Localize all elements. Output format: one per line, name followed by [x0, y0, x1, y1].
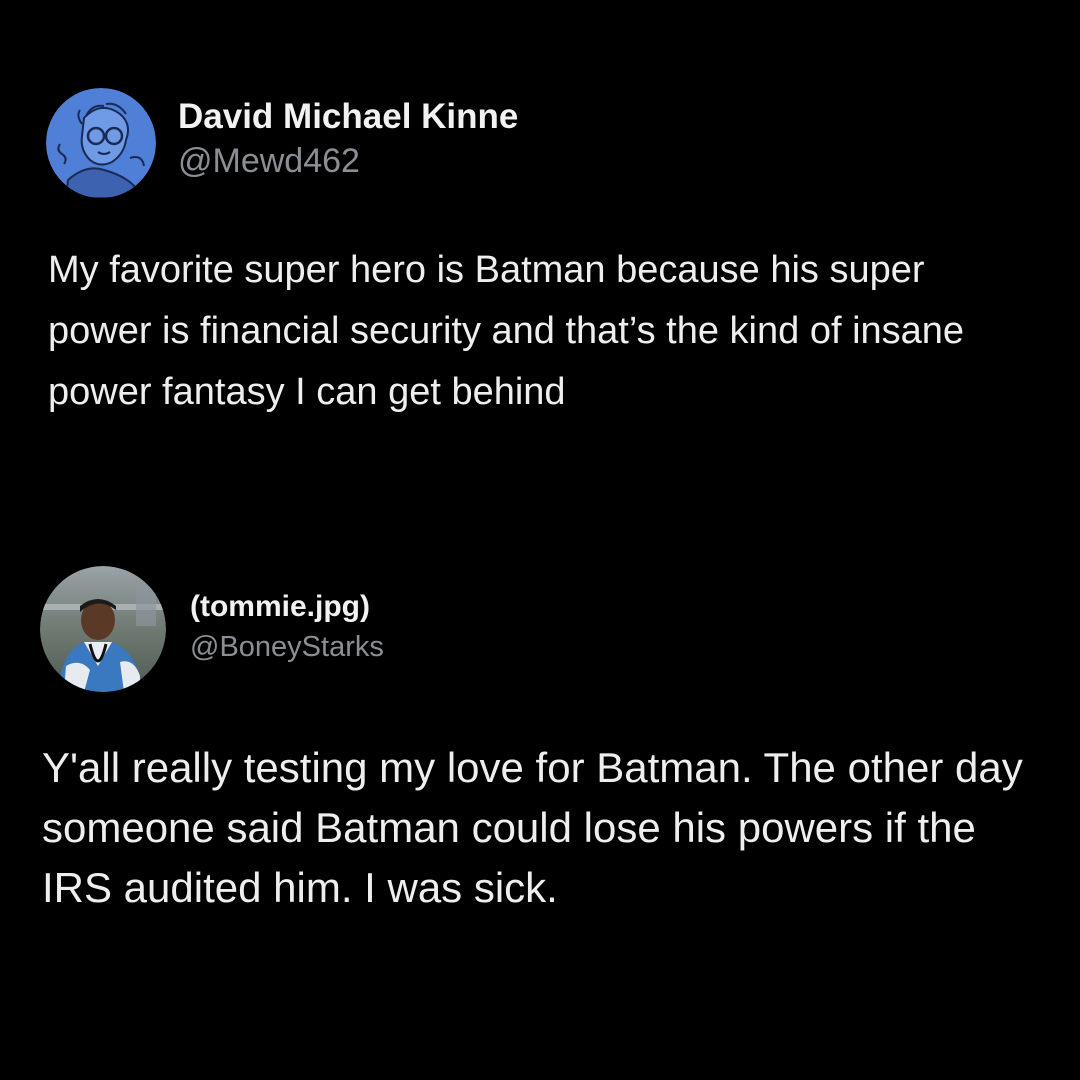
tweet-header: (tommie.jpg) @BoneyStarks	[40, 566, 384, 692]
user-handle[interactable]: @BoneyStarks	[190, 627, 384, 667]
tweet-text: Y'all really testing my love for Batman.…	[42, 744, 1023, 911]
tweet-header: David Michael Kinne @Mewd462	[46, 88, 518, 198]
display-name[interactable]: David Michael Kinne	[178, 95, 518, 139]
tweet-card: (tommie.jpg) @BoneyStarks Y'all really t…	[0, 540, 1080, 1080]
display-name[interactable]: (tommie.jpg)	[190, 587, 384, 627]
user-names: David Michael Kinne @Mewd462	[178, 95, 518, 183]
user-avatar-icon[interactable]	[46, 88, 156, 198]
user-handle[interactable]: @Mewd462	[178, 139, 518, 183]
user-names: (tommie.jpg) @BoneyStarks	[190, 587, 384, 667]
tweet-card: David Michael Kinne @Mewd462 My favorite…	[0, 0, 1080, 540]
tweet-text: My favorite super hero is Batman because…	[48, 249, 965, 413]
user-avatar-icon[interactable]	[40, 566, 166, 692]
